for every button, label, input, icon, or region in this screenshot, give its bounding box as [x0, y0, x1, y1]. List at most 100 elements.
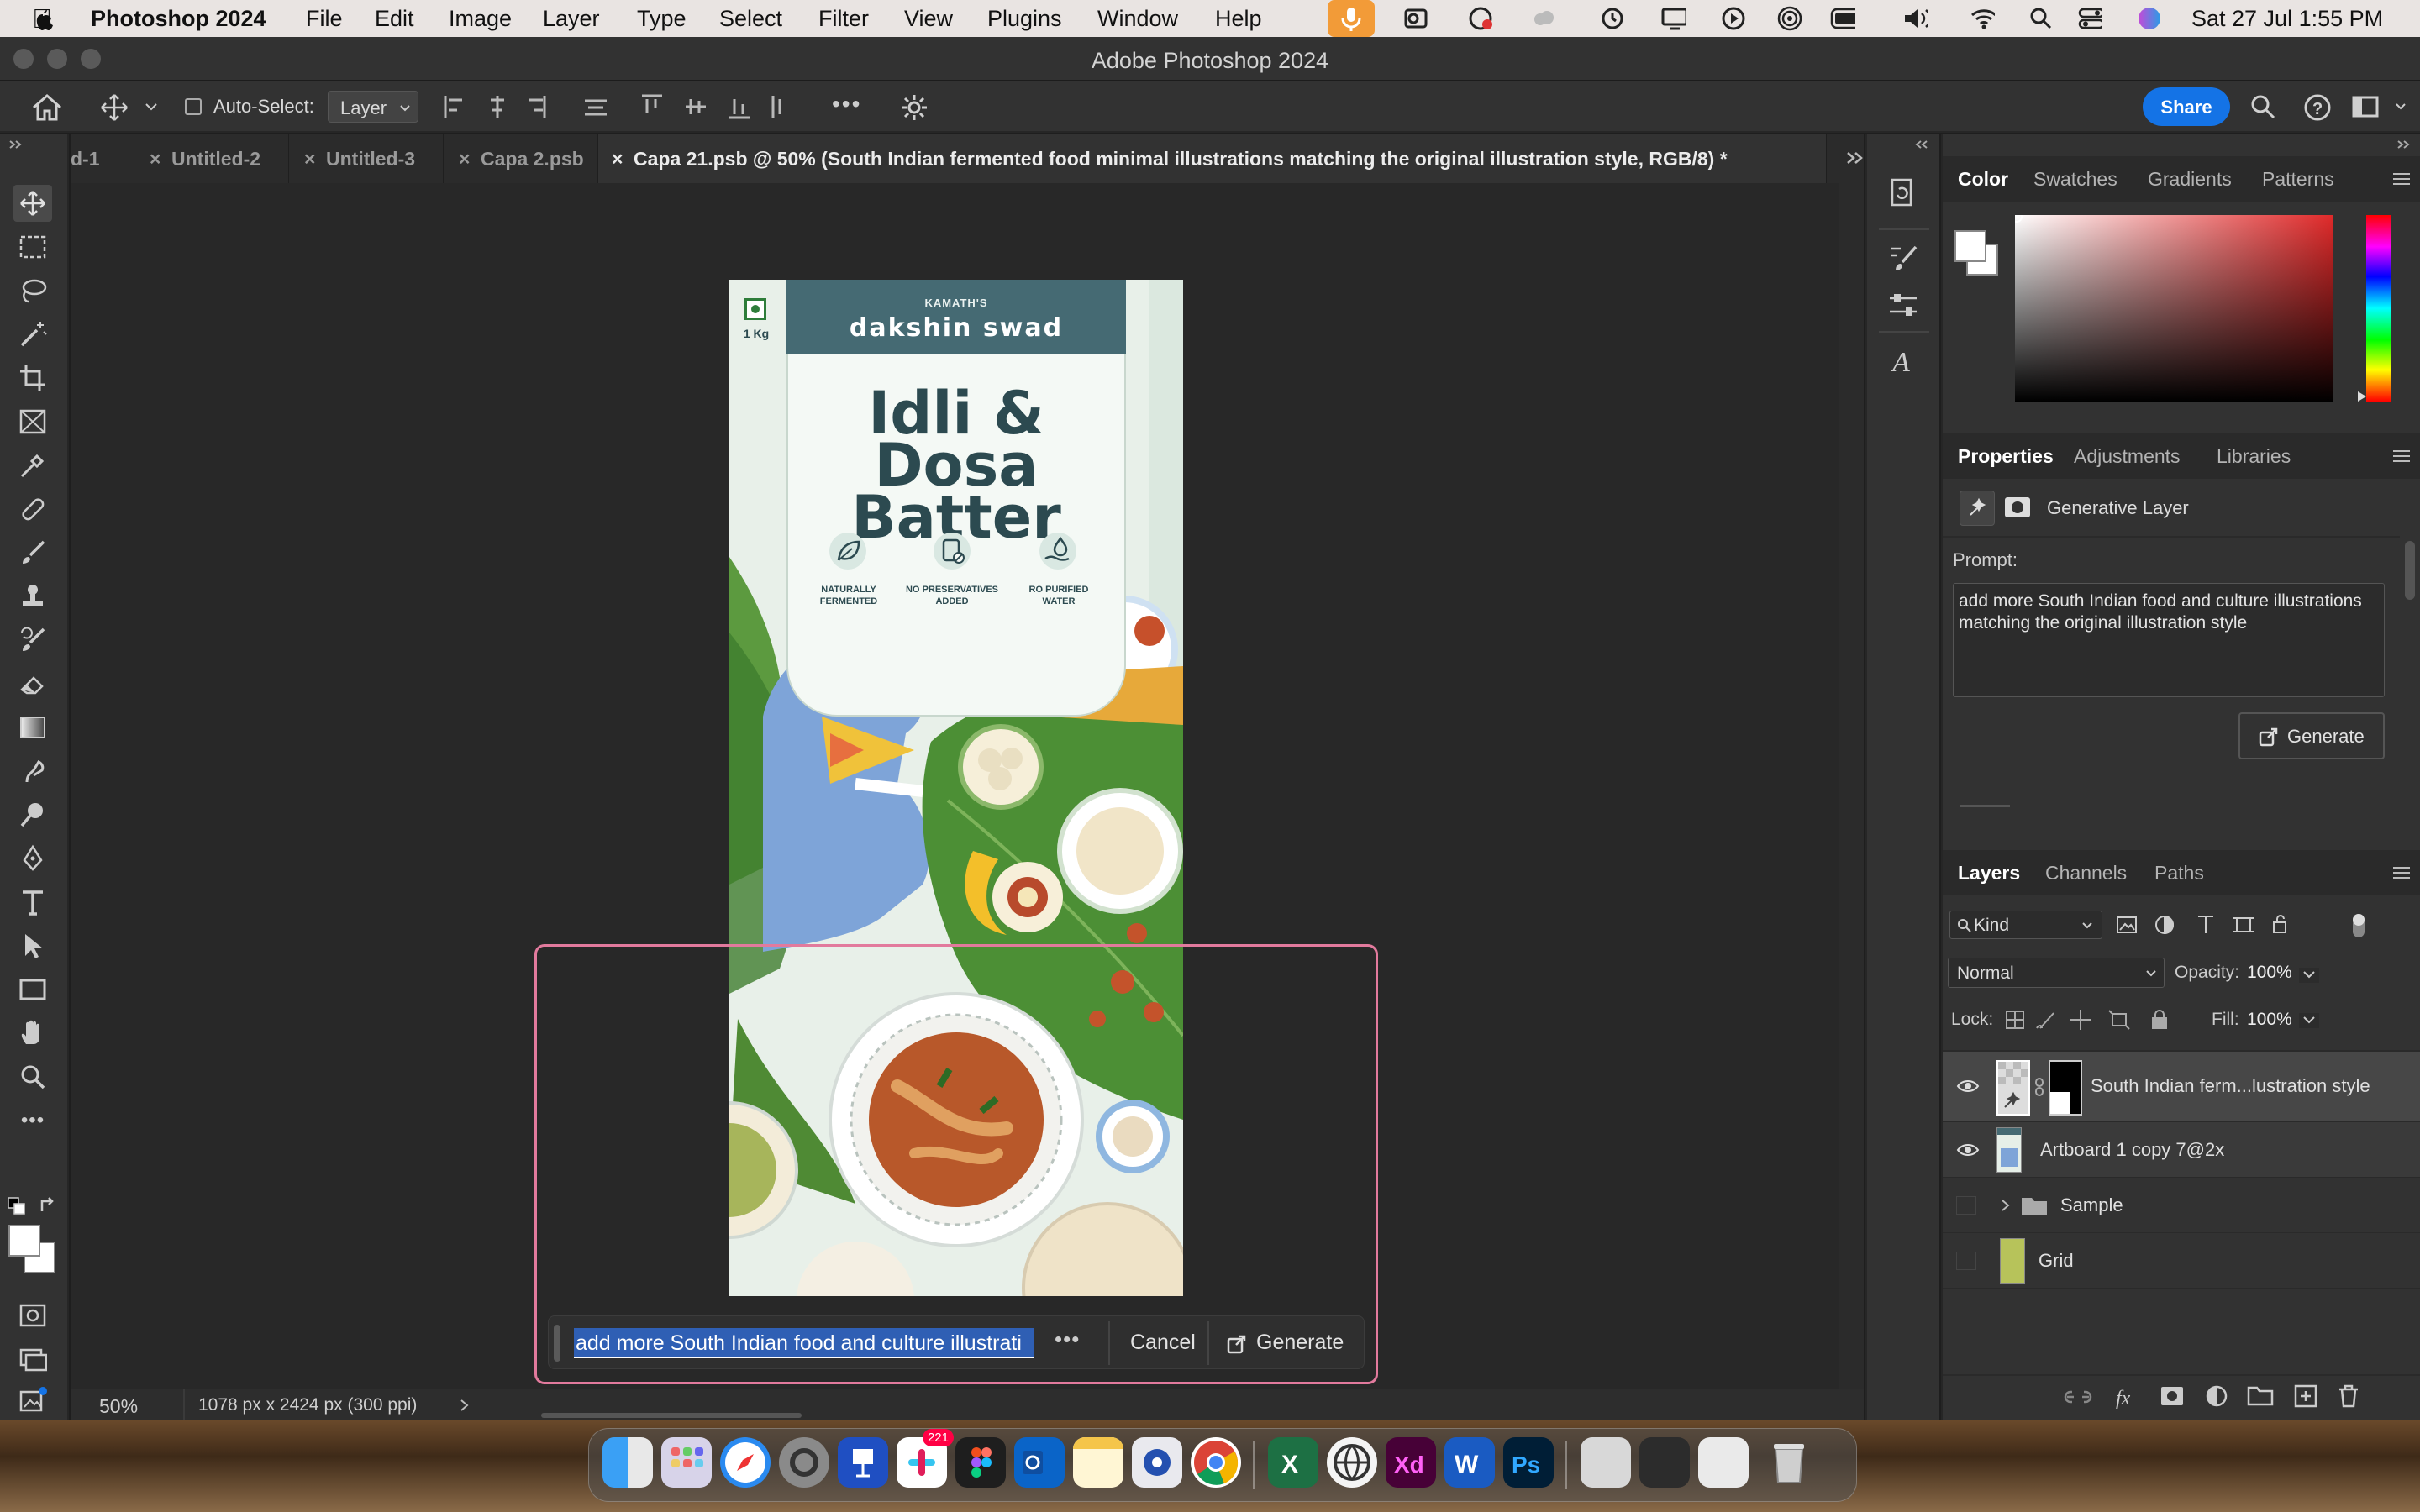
visibility-toggle[interactable] [1956, 1252, 1976, 1270]
tab-properties[interactable]: Properties [1958, 445, 2054, 468]
tab-gradients[interactable]: Gradients [2148, 168, 2232, 191]
layer-filter-dropdown[interactable]: Kind [1949, 911, 2102, 939]
panel-menu-icon[interactable] [2393, 170, 2410, 188]
eye-icon[interactable] [1956, 1079, 1980, 1094]
tab-layers[interactable]: Layers [1958, 862, 2020, 885]
character-glyph-icon[interactable]: A [1887, 344, 1919, 376]
tab-capa-2[interactable]: × Capa 2.psb [444, 134, 598, 183]
history-brush-tool[interactable] [13, 622, 52, 659]
brush-settings-icon[interactable] [1887, 242, 1919, 274]
rectangle-tool[interactable] [13, 971, 52, 1008]
lasso-tool[interactable] [13, 272, 52, 309]
fill-value[interactable]: 100% [2247, 1010, 2292, 1030]
paw-app-icon[interactable] [1132, 1437, 1182, 1488]
layer-row-artboard[interactable]: Artboard 1 copy 7@2x [1943, 1122, 2420, 1178]
layer-row-grid[interactable]: Grid [1943, 1233, 2420, 1289]
more-options-icon[interactable]: ••• [1055, 1326, 1080, 1352]
close-tab-icon[interactable]: × [150, 148, 160, 171]
distribute-icons[interactable] [639, 92, 807, 121]
move-tool-icon[interactable] [99, 92, 129, 123]
foreground-color-swatch[interactable] [8, 1225, 40, 1257]
microphone-icon[interactable] [1328, 0, 1375, 37]
collapse-arrows-icon[interactable] [1914, 139, 1929, 150]
collapse-arrows-icon[interactable] [2396, 139, 2412, 150]
layer-row-generative[interactable]: South Indian ferm...lustration style [1943, 1052, 2420, 1122]
word-icon[interactable]: W [1444, 1437, 1495, 1488]
tab-color[interactable]: Color [1958, 168, 2008, 191]
outlook-status-icon[interactable] [1403, 6, 1428, 31]
menu-plugins[interactable]: Plugins [987, 6, 1062, 32]
outlook-icon[interactable] [1014, 1437, 1065, 1488]
close-tab-icon[interactable]: × [304, 148, 315, 171]
default-colors-icon[interactable] [7, 1196, 27, 1216]
menubar-clock[interactable]: Sat 27 Jul 1:55 PM [2191, 6, 2383, 32]
collapse-arrows-icon[interactable] [8, 139, 24, 150]
airdrop-icon[interactable] [1776, 6, 1802, 31]
link-icon[interactable] [2033, 1077, 2045, 1097]
figma-icon[interactable] [955, 1437, 1006, 1488]
system-settings-icon[interactable] [779, 1437, 829, 1488]
marquee-tool[interactable] [13, 228, 52, 265]
chevron-right-icon[interactable] [459, 1398, 471, 1413]
smudge-tool[interactable] [13, 753, 52, 790]
tab-swatches[interactable]: Swatches [2033, 168, 2118, 191]
tab-capa-21-active[interactable]: × Capa 21.psb @ 50% (South Indian ferment… [598, 134, 1827, 183]
recent-document-thumbnail[interactable] [1698, 1437, 1749, 1488]
auto-select-checkbox[interactable] [185, 98, 202, 115]
chevron-down-icon[interactable] [145, 102, 158, 113]
menu-layer[interactable]: Layer [543, 6, 600, 32]
edit-toolbar-icon[interactable]: ••• [13, 1102, 52, 1139]
adjustment-layer-icon[interactable] [2203, 1383, 2230, 1410]
panel-menu-icon[interactable] [2393, 864, 2410, 882]
color-picker-field[interactable] [2015, 215, 2333, 402]
chevron-down-icon[interactable] [2395, 102, 2407, 111]
add-mask-icon[interactable] [2160, 1384, 2185, 1408]
launchpad-icon[interactable] [661, 1437, 712, 1488]
tab-paths[interactable]: Paths [2154, 862, 2204, 885]
crop-tool[interactable] [13, 360, 52, 396]
fx-icon[interactable]: fx [2112, 1383, 2141, 1411]
gradient-tool[interactable] [13, 709, 52, 746]
chrome-icon[interactable] [1191, 1437, 1241, 1488]
healing-brush-tool[interactable] [13, 491, 52, 528]
eye-icon[interactable] [1956, 1142, 1980, 1158]
properties-scrollbar[interactable] [2405, 541, 2415, 600]
recent-document-thumbnail[interactable] [1581, 1437, 1631, 1488]
menu-edit[interactable]: Edit [375, 6, 414, 32]
brush-tool[interactable] [13, 534, 52, 571]
keynote-icon[interactable] [838, 1437, 888, 1488]
blend-mode-dropdown[interactable]: Normal [1948, 958, 2165, 988]
eyedropper-tool[interactable] [13, 447, 52, 484]
quick-mask-button[interactable] [13, 1297, 52, 1334]
menu-image[interactable]: Image [449, 6, 512, 32]
play-icon[interactable] [1721, 6, 1746, 31]
slack-icon[interactable]: 221 [897, 1429, 954, 1488]
new-group-icon[interactable] [2247, 1384, 2274, 1408]
path-selection-tool[interactable] [13, 927, 52, 964]
magic-wand-tool[interactable] [13, 316, 52, 353]
menu-select[interactable]: Select [719, 6, 782, 32]
spotlight-search-icon[interactable] [2028, 6, 2054, 31]
notes-icon[interactable] [1073, 1437, 1123, 1488]
cancel-button[interactable]: Cancel [1130, 1331, 1196, 1355]
home-icon[interactable] [30, 92, 64, 123]
color-foreground-swatch[interactable] [1954, 230, 1986, 262]
pen-tool[interactable] [13, 840, 52, 877]
zoom-level[interactable]: 50% [99, 1395, 138, 1418]
vertical-scrollbar[interactable] [1839, 183, 1864, 1389]
recent-document-thumbnail[interactable] [1639, 1437, 1690, 1488]
apple-logo-icon[interactable] [30, 5, 55, 32]
eraser-tool[interactable] [13, 665, 52, 702]
trash-icon[interactable] [1764, 1437, 1814, 1488]
properties-generate-button[interactable]: Generate [2238, 712, 2385, 759]
creative-cloud-icon[interactable] [1467, 6, 1492, 31]
opacity-value[interactable]: 100% [2247, 963, 2292, 983]
tab-libraries[interactable]: Libraries [2217, 445, 2291, 468]
help-icon[interactable]: ? [2302, 92, 2333, 123]
layer-mask-thumbnail[interactable] [2049, 1060, 2082, 1116]
prompt-textarea[interactable]: add more South Indian food and culture i… [1953, 583, 2385, 697]
hue-slider[interactable] [2358, 215, 2391, 402]
menu-file[interactable]: File [306, 6, 343, 32]
gear-icon[interactable] [899, 92, 929, 123]
photoshop-icon[interactable]: Ps [1503, 1437, 1554, 1488]
